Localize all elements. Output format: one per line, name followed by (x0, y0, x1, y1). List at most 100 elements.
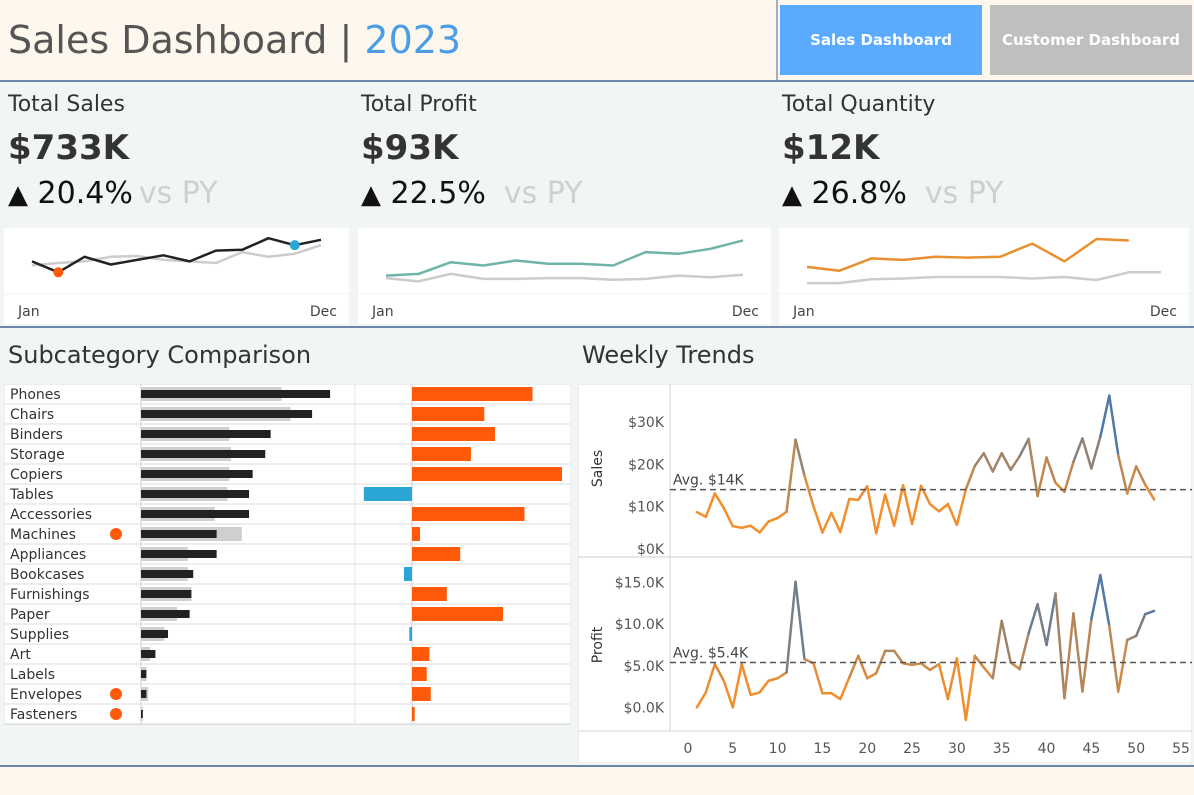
sales-sparkline: Jan Dec (4, 228, 349, 324)
category-label: Envelopes (10, 687, 82, 703)
kpi-total-sales: Total Sales $733K ▲ 20.4% vs PY Jan Dec (0, 82, 356, 326)
profit-bar (412, 467, 562, 481)
kpi-total-quantity: Total Quantity $12K ▲ 26.8% vs PY Jan Dec (774, 82, 1194, 326)
x-tick-label: 0 (683, 741, 692, 757)
profit-bar (409, 627, 412, 641)
profit-y-label: Profit (590, 626, 606, 663)
category-label: Labels (10, 667, 55, 683)
sales-line-segment (848, 497, 860, 502)
alert-dot (110, 708, 122, 720)
weekly-trends-chart: $0K $10K $20K $30K Sales Avg. $14K $0.0K $5.0K $… (578, 384, 1192, 763)
category-label: Furnishings (10, 587, 90, 603)
profit-bar (363, 487, 412, 501)
sparkline-series (807, 271, 1161, 285)
current-year-bar (141, 670, 147, 678)
profit-bar (412, 647, 430, 661)
x-tick-label: 5 (728, 741, 737, 757)
x-tick-label: 55 (1172, 741, 1190, 757)
profit-bar (412, 547, 461, 561)
sparkline-series (385, 272, 744, 283)
profit-bar (403, 567, 412, 581)
sales-y-tick: $20K (628, 457, 665, 473)
current-year-bar (141, 630, 169, 638)
sparkline-marker (53, 267, 64, 278)
section-divider (0, 326, 1194, 328)
category-label: Binders (10, 427, 63, 443)
profit-bar (412, 387, 533, 401)
category-label: Machines (10, 527, 76, 543)
category-label: Bookcases (10, 567, 84, 583)
x-tick-label: 15 (813, 741, 831, 757)
category-label: Phones (10, 387, 61, 403)
sparkline-series (806, 237, 1129, 273)
sparkline-series (385, 239, 744, 277)
up-arrow-icon: ▲ (782, 180, 802, 210)
page-title: Sales Dashboard | 2023 (8, 18, 461, 62)
sparkline-start-label: Jan (371, 304, 394, 320)
profit-bar (412, 507, 525, 521)
customer-dashboard-button[interactable]: Customer Dashboard (990, 5, 1192, 75)
profit-bar (412, 427, 496, 441)
profit-bar (412, 707, 415, 721)
category-label: Tables (9, 487, 54, 503)
current-year-bar (141, 610, 190, 618)
sales-average-label: Avg. $14K (673, 473, 745, 489)
sales-y-tick: $0K (637, 542, 665, 558)
x-tick-label: 45 (1082, 741, 1100, 757)
category-label: Supplies (10, 627, 69, 643)
sales-y-tick: $30K (628, 415, 665, 431)
profit-sparkline: Jan Dec (358, 228, 771, 324)
sales-y-tick: $10K (628, 500, 665, 516)
current-year-bar (141, 690, 147, 698)
sparkline-end-label: Dec (732, 304, 759, 320)
x-tick-label: 20 (858, 741, 876, 757)
kpi-change: ▲ 20.4% vs PY (8, 176, 218, 211)
current-year-bar (141, 510, 250, 518)
kpi-vs-label: vs PY (138, 176, 218, 211)
alert-dot (110, 688, 122, 700)
sales-dashboard-button[interactable]: Sales Dashboard (780, 5, 982, 75)
profit-bar (412, 587, 447, 601)
profit-y-tick: $15.0K (615, 576, 665, 592)
current-year-bar (141, 570, 194, 578)
sparkline-start-label: Jan (17, 304, 40, 320)
current-year-bar (141, 590, 192, 598)
up-arrow-icon: ▲ (8, 180, 28, 210)
x-tick-label: 10 (769, 741, 787, 757)
category-label: Accessories (10, 507, 92, 523)
sales-line-segment (731, 524, 743, 530)
sales-y-label: Sales (590, 450, 606, 487)
kpi-value: $12K (782, 128, 880, 168)
profit-y-tick: $5.0K (624, 659, 665, 675)
x-tick-label: 40 (1038, 741, 1056, 757)
alert-dot (110, 528, 122, 540)
sparkline-end-label: Dec (1150, 304, 1177, 320)
profit-y-tick: $10.0K (615, 617, 665, 633)
category-label: Copiers (10, 467, 63, 483)
current-year-bar (141, 430, 271, 438)
kpi-label: Total Quantity (782, 92, 936, 117)
category-label: Storage (10, 447, 65, 463)
profit-bar (412, 527, 421, 541)
current-year-bar (141, 470, 253, 478)
kpi-vs-label: vs PY (924, 176, 1004, 211)
kpi-value: $733K (8, 128, 129, 168)
sparkline-end-label: Dec (310, 304, 337, 320)
quantity-sparkline: Jan Dec (779, 228, 1189, 324)
x-tick-label: 35 (993, 741, 1011, 757)
x-tick-label: 30 (948, 741, 966, 757)
profit-line-segment (901, 662, 914, 667)
header: Sales Dashboard | 2023 Sales Dashboard C… (0, 0, 1194, 82)
footer (0, 765, 1194, 795)
current-year-bar (141, 410, 313, 418)
current-year-bar (141, 530, 217, 538)
category-label: Chairs (10, 407, 54, 423)
weekly-title: Weekly Trends (582, 341, 755, 369)
current-year-bar (141, 390, 331, 398)
profit-average-label: Avg. $5.4K (673, 645, 749, 661)
profit-bar (412, 447, 471, 461)
sparkline-marker (289, 240, 300, 251)
title-year: 2023 (364, 18, 462, 62)
profit-y-tick: $0.0K (624, 700, 665, 716)
current-year-bar (141, 490, 250, 498)
